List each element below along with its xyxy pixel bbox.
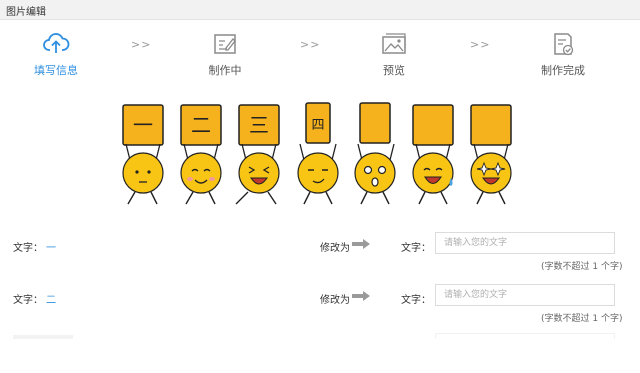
emoji-character: 四 <box>297 102 339 205</box>
emoji-character <box>470 104 512 205</box>
char-limit-hint: (字数不超过 1 个字) <box>541 262 623 272</box>
original-text-value: 一 <box>46 243 56 254</box>
emoji-character <box>354 102 396 205</box>
new-text-input[interactable] <box>435 232 615 254</box>
cloud-upload-icon <box>43 33 70 53</box>
step-making[interactable]: 制作中 <box>180 30 270 78</box>
image-preview-icon <box>382 33 406 54</box>
original-text-label: 文字： <box>13 243 43 254</box>
step-preview[interactable]: 预览 <box>349 30 439 78</box>
emoji-character: 二 <box>180 104 222 205</box>
emoji-preview: 一 二 三 四 <box>122 102 512 205</box>
original-text-value: 二 <box>46 295 56 306</box>
new-text-label: 文字： <box>401 295 431 306</box>
char-limit-hint: (字数不超过 1 个字) <box>541 314 623 324</box>
emoji-character: 一 <box>122 104 164 205</box>
step-progress: 填写信息 >> 制作中 >> 预览 >> 制作完成 <box>0 30 640 82</box>
modify-label: 修改为 <box>320 295 350 306</box>
window-title: 图片编辑 <box>6 7 46 18</box>
emoji-sign-text: 二 <box>191 113 211 137</box>
step-complete[interactable]: 制作完成 <box>518 30 608 78</box>
emoji-sign-text: 一 <box>133 113 153 137</box>
step-label: 制作中 <box>208 64 242 77</box>
title-bar: 图片编辑 <box>0 0 640 20</box>
step-separator-2: >> <box>300 38 321 51</box>
document-check-icon <box>554 33 574 56</box>
step-label: 制作完成 <box>541 64 585 77</box>
new-text-input[interactable] <box>435 284 615 306</box>
arrow-right-icon <box>352 239 370 249</box>
edit-document-icon <box>214 34 236 54</box>
step-label: 预览 <box>383 64 405 77</box>
step-separator-1: >> <box>131 38 152 51</box>
text-edit-row: 文字： 二 修改为 文字： (字数不超过 1 个字) <box>0 284 640 324</box>
emoji-character <box>412 104 454 205</box>
text-edit-row-partial <box>0 333 640 373</box>
step-label: 填写信息 <box>34 64 78 77</box>
input-partial <box>435 333 615 339</box>
modify-label: 修改为 <box>320 243 350 254</box>
step-separator-3: >> <box>470 38 491 51</box>
emoji-sign-text: 四 <box>311 118 324 133</box>
original-text-label: 文字： <box>13 295 43 306</box>
emoji-sign-text: 三 <box>249 113 269 137</box>
arrow-right-icon <box>352 291 370 301</box>
row-placeholder-bar <box>13 335 73 339</box>
new-text-label: 文字： <box>401 243 431 254</box>
text-edit-row: 文字： 一 修改为 文字： (字数不超过 1 个字) <box>0 232 640 272</box>
step-fill-info[interactable]: 填写信息 <box>11 30 101 78</box>
emoji-character: 三 <box>235 104 280 205</box>
